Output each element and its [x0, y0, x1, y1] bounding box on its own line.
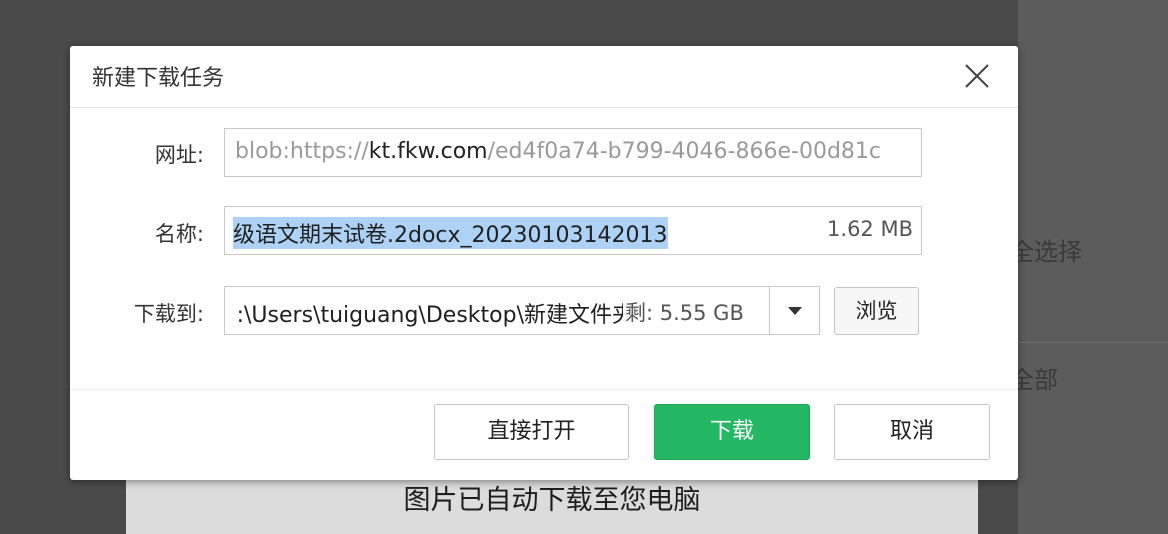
filename-value: 级语文期末试卷.2docx_20230103142013	[233, 217, 668, 249]
background-select-text: 全选择	[1010, 238, 1082, 266]
url-prefix: blob:https://	[235, 139, 369, 164]
new-download-dialog: 新建下载任务 网址: blob:https://kt.fkw.com/ed4f0…	[70, 46, 1018, 480]
url-label: 网址:	[154, 143, 204, 167]
caret-down-icon	[788, 307, 802, 315]
background-caption: 图片已自动下载至您电脑	[403, 485, 701, 516]
download-button[interactable]: 下载	[654, 404, 810, 460]
browse-button[interactable]: 浏览	[834, 287, 919, 335]
cancel-button[interactable]: 取消	[834, 404, 990, 460]
background-divider	[1018, 342, 1168, 343]
file-size: 1.62 MB	[827, 217, 913, 241]
save-path-input[interactable]: C:\Users\tuiguang\Desktop\新建文件夹 剩: 5.55 …	[224, 286, 819, 335]
filename-input[interactable]: 级语文期末试卷.2docx_20230103142013 1.62 MB	[224, 206, 922, 255]
url-field[interactable]: blob:https://kt.fkw.com/ed4f0a74-b799-40…	[224, 128, 922, 177]
close-icon[interactable]	[963, 62, 991, 90]
save-path-dropdown-button[interactable]	[769, 286, 820, 335]
url-suffix: /ed4f0a74-b799-4046-866e-00d81c	[487, 139, 881, 164]
free-space-text: 剩: 5.55 GB	[623, 297, 744, 327]
save-path-value: C:\Users\tuiguang\Desktop\新建文件夹	[239, 297, 634, 329]
open-directly-button[interactable]: 直接打开	[434, 404, 629, 460]
save-to-label: 下载到:	[133, 302, 204, 326]
name-label: 名称:	[154, 222, 204, 246]
url-host: kt.fkw.com	[368, 139, 488, 164]
dialog-title: 新建下载任务	[92, 66, 225, 91]
background-panel	[1018, 0, 1168, 534]
footer-divider	[70, 389, 1018, 390]
url-value: blob:https://kt.fkw.com/ed4f0a74-b799-40…	[235, 139, 881, 164]
save-path-text: C:\Users\tuiguang\Desktop\新建文件夹	[239, 303, 634, 328]
dialog-header: 新建下载任务	[70, 46, 1018, 108]
